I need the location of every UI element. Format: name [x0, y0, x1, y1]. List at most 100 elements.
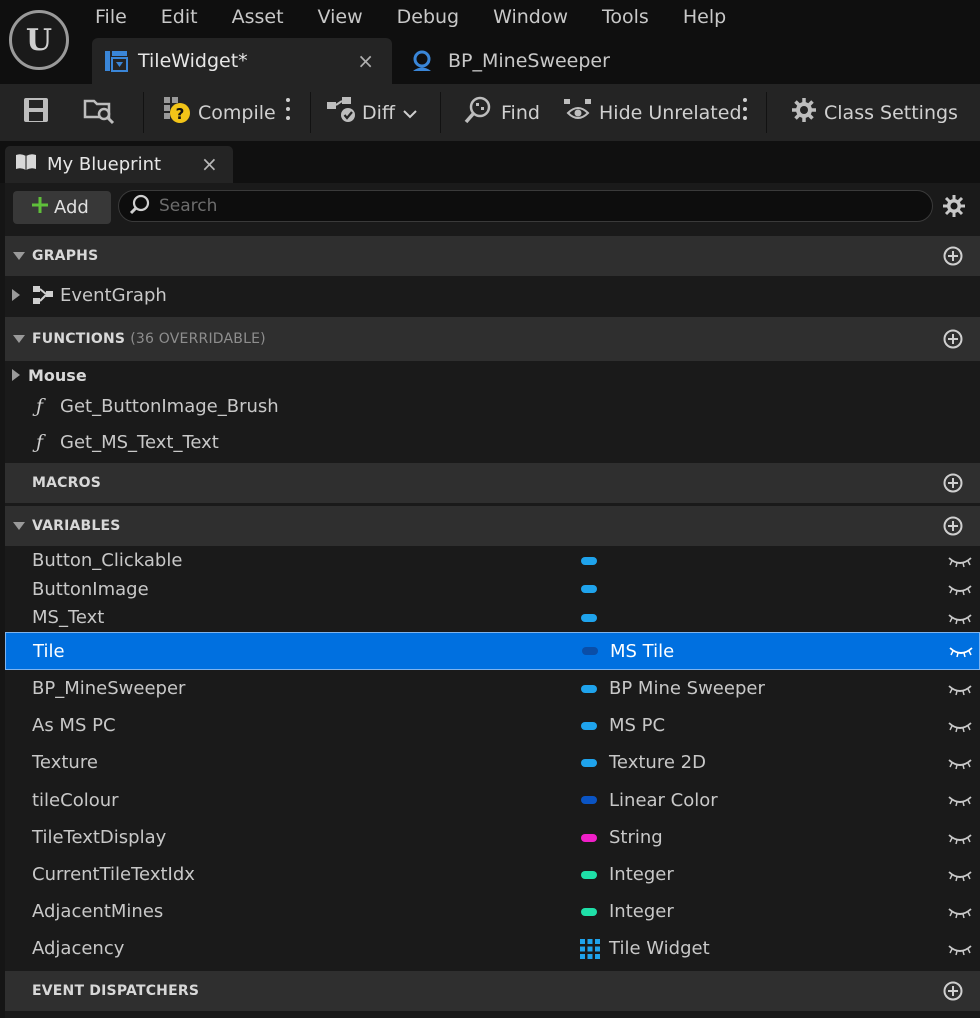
hide-unrelated-button[interactable]: Hide Unrelated — [563, 84, 742, 141]
menu-view[interactable]: View — [301, 0, 380, 36]
menu-debug[interactable]: Debug — [380, 0, 476, 36]
toolbar-divider — [143, 92, 144, 133]
variable-type-pill[interactable] — [581, 613, 597, 622]
variable-type-pill[interactable] — [581, 556, 597, 565]
variable-type-pill[interactable] — [581, 907, 597, 916]
visibility-eye-closed-icon[interactable] — [948, 718, 972, 739]
visibility-eye-closed-icon[interactable] — [948, 941, 972, 962]
add-dispatcher-plus-icon[interactable] — [943, 981, 963, 1005]
graph-item-eventgraph[interactable]: EventGraph — [5, 276, 980, 314]
save-button[interactable] — [22, 84, 50, 141]
function-item[interactable]: ƒ Get_ButtonImage_Brush — [5, 388, 980, 424]
expand-caret-icon[interactable] — [12, 369, 20, 381]
compile-status-icon: ? — [162, 95, 192, 130]
expand-caret-icon[interactable] — [12, 289, 20, 301]
variable-row[interactable]: tileColour Linear Color — [5, 781, 980, 819]
variable-row[interactable]: BP_MineSweeper BP Mine Sweeper — [5, 670, 980, 707]
variable-type-pill[interactable] — [581, 833, 597, 842]
variable-name: AdjacentMines — [32, 901, 164, 922]
section-event-dispatchers[interactable]: EVENT DISPATCHERS — [5, 971, 980, 1011]
add-variable-plus-icon[interactable] — [943, 516, 963, 540]
variable-name: Button_Clickable — [32, 550, 183, 571]
variable-type-pill[interactable] — [581, 721, 597, 730]
visibility-eye-closed-icon[interactable] — [949, 643, 973, 664]
visibility-eye-closed-icon[interactable] — [948, 904, 972, 925]
visibility-eye-closed-icon[interactable] — [948, 610, 972, 631]
compile-button[interactable]: ? Compile — [162, 84, 276, 141]
variable-type-pill[interactable] — [582, 647, 598, 655]
diff-button[interactable]: Diff — [326, 84, 417, 141]
settings-gear-icon[interactable] — [942, 194, 966, 222]
visibility-eye-closed-icon[interactable] — [948, 681, 972, 702]
widget-blueprint-icon — [104, 50, 128, 72]
menu-edit[interactable]: Edit — [144, 0, 215, 36]
menu-file[interactable]: File — [78, 0, 144, 36]
section-functions[interactable]: FUNCTIONS (36 OVERRIDABLE) — [5, 317, 980, 361]
section-title: FUNCTIONS (36 OVERRIDABLE) — [32, 331, 266, 347]
panel-tab-label: My Blueprint — [47, 154, 162, 175]
collapse-caret-icon[interactable] — [13, 522, 25, 530]
add-graph-plus-icon[interactable] — [943, 246, 963, 270]
variable-row[interactable]: TileTextDisplay String — [5, 819, 980, 856]
add-button[interactable]: Add — [13, 191, 111, 224]
variable-row[interactable]: Button_Clickable — [5, 546, 980, 575]
variable-row[interactable]: As MS PC MS PC — [5, 707, 980, 744]
menu-tools[interactable]: Tools — [585, 0, 666, 36]
variable-type-pill[interactable] — [581, 758, 597, 767]
svg-text:?: ? — [176, 105, 185, 123]
tab-tilewidget[interactable]: TileWidget* × — [92, 38, 392, 84]
variable-name: Adjacency — [32, 938, 125, 959]
function-category-mouse[interactable]: Mouse — [5, 362, 980, 388]
menu-asset[interactable]: Asset — [215, 0, 301, 36]
visibility-eye-closed-icon[interactable] — [948, 755, 972, 776]
menu-window[interactable]: Window — [476, 0, 585, 36]
class-settings-button[interactable]: Class Settings — [790, 84, 958, 141]
variable-type-pill[interactable] — [581, 684, 597, 693]
browse-button[interactable] — [83, 84, 115, 141]
toolbar-divider — [310, 92, 311, 133]
tab-my-blueprint[interactable]: My Blueprint × — [5, 146, 233, 183]
variable-type: MS PC — [609, 715, 666, 736]
visibility-eye-closed-icon[interactable] — [948, 830, 972, 851]
find-icon — [463, 95, 493, 130]
variable-type-pill[interactable] — [581, 585, 597, 593]
menu-help[interactable]: Help — [666, 0, 743, 36]
compile-options-icon[interactable] — [286, 98, 292, 120]
section-variables[interactable]: VARIABLES — [5, 506, 980, 546]
menu-bar: File Edit Asset View Debug Window Tools … — [78, 0, 743, 36]
variable-row[interactable]: AdjacentMines Integer — [5, 893, 980, 930]
visibility-eye-closed-icon[interactable] — [948, 553, 972, 574]
variable-row[interactable]: ButtonImage — [5, 575, 980, 603]
hide-unrelated-options-icon[interactable] — [743, 98, 749, 120]
close-icon[interactable]: × — [357, 49, 374, 73]
section-graphs[interactable]: GRAPHS — [5, 236, 980, 276]
unreal-logo[interactable]: U — [9, 10, 69, 70]
panel-tab-strip: My Blueprint × — [0, 141, 980, 183]
variable-row-selected[interactable]: Tile MS Tile — [5, 632, 980, 670]
variable-type: Tile Widget — [609, 938, 710, 959]
add-macro-plus-icon[interactable] — [943, 473, 963, 497]
search-input[interactable] — [159, 196, 899, 216]
find-button[interactable]: Find — [463, 84, 540, 141]
function-item[interactable]: ƒ Get_MS_Text_Text — [5, 424, 980, 460]
collapse-caret-icon[interactable] — [13, 252, 25, 260]
variable-row[interactable]: Adjacency Tile Widget — [5, 930, 980, 967]
tab-bp-minesweeper[interactable]: BP_MineSweeper — [402, 38, 662, 84]
variable-row[interactable]: CurrentTileTextIdx Integer — [5, 856, 980, 893]
function-label: Get_ButtonImage_Brush — [60, 395, 279, 417]
add-function-plus-icon[interactable] — [943, 329, 963, 353]
visibility-eye-closed-icon[interactable] — [948, 867, 972, 888]
actor-blueprint-icon — [410, 50, 434, 72]
variable-row[interactable]: Texture Texture 2D — [5, 744, 980, 781]
variable-type-pill[interactable] — [581, 796, 597, 804]
section-macros[interactable]: MACROS — [5, 463, 980, 503]
search-box[interactable] — [118, 190, 933, 222]
collapse-caret-icon[interactable] — [13, 335, 25, 343]
variable-type-pill[interactable] — [581, 870, 597, 879]
visibility-eye-closed-icon[interactable] — [948, 581, 972, 602]
visibility-eye-closed-icon[interactable] — [948, 792, 972, 813]
close-icon[interactable]: × — [201, 152, 218, 176]
section-title: EVENT DISPATCHERS — [32, 983, 200, 999]
toolbar-divider — [440, 92, 441, 133]
variable-row[interactable]: MS_Text — [5, 603, 980, 632]
